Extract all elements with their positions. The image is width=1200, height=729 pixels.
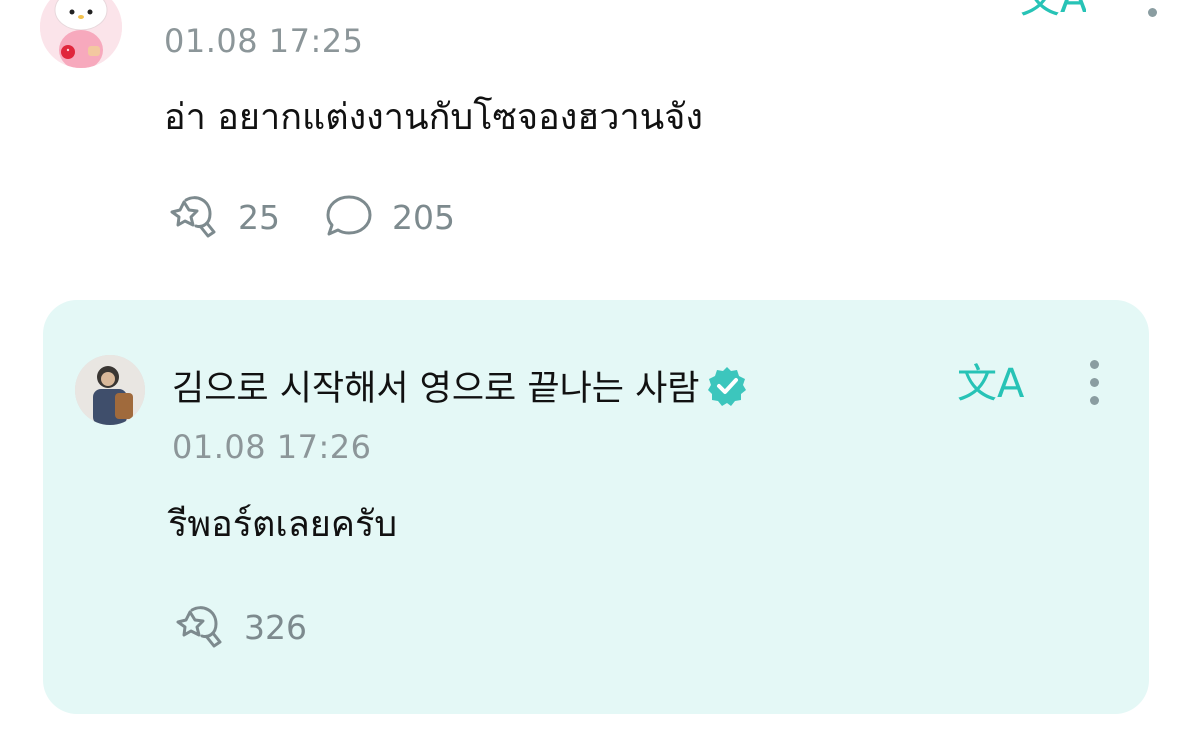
- post-text: อ่า อยากแต่งงานกับโซจองฮวานจัง: [164, 97, 703, 138]
- reaction-icon: [176, 606, 222, 648]
- translate-icon: 文A: [1020, 0, 1086, 20]
- post-comment-counter[interactable]: 205: [324, 192, 455, 242]
- reply-reaction-counter[interactable]: 326: [170, 602, 307, 652]
- reply-username: 김으로 시작해서 영으로 끝나는 사람: [172, 369, 700, 409]
- translate-icon: 文A: [957, 361, 1025, 407]
- verified-badge-icon: [707, 366, 746, 406]
- post-reaction-count: 25: [238, 197, 280, 237]
- reply-reaction-count: 326: [244, 607, 307, 647]
- reply-timestamp: 01.08 17:26: [172, 428, 372, 466]
- post-comment-count: 205: [392, 197, 455, 237]
- hello-kitty-avatar-image: [40, 0, 122, 68]
- post-reaction-counter[interactable]: 25: [164, 192, 280, 242]
- post-avatar[interactable]: [40, 0, 122, 68]
- svg-text:文A: 文A: [957, 361, 1025, 407]
- reply-translate-button[interactable]: 文A: [955, 355, 1025, 407]
- comment-icon: [326, 195, 372, 236]
- post-timestamp: 01.08 17:25: [164, 22, 364, 60]
- more-vertical-icon: [1147, 8, 1157, 17]
- reply-text: รีพอร์ตเลยครับ: [168, 504, 398, 545]
- reply-username-row[interactable]: 김으로 시작해서 영으로 끝나는 사람: [172, 360, 748, 411]
- profile-photo: [75, 355, 145, 425]
- svg-text:文A: 文A: [1020, 0, 1086, 20]
- reply-more-button[interactable]: [1084, 360, 1104, 410]
- reaction-icon: [170, 196, 216, 238]
- more-vertical-icon: [1089, 360, 1099, 369]
- post-translate-button[interactable]: 文A: [1016, 0, 1086, 20]
- post-more-button[interactable]: [1142, 0, 1162, 20]
- reply-avatar[interactable]: [75, 355, 145, 425]
